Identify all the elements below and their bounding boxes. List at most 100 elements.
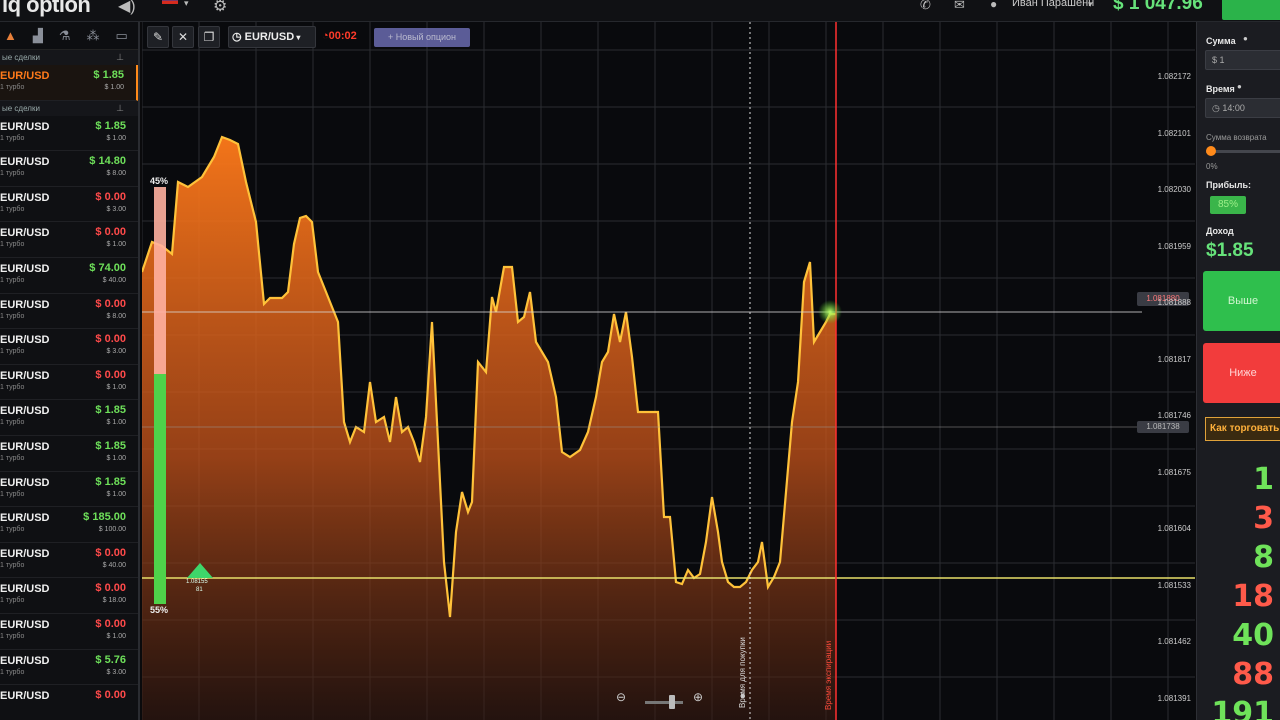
trade-type: 1 турбо [0,490,25,498]
price-chart[interactable]: 1.081880 1.081738 1.082172 1.082101 1.0820… [142,22,1195,720]
deposit-button[interactable] [1222,0,1280,20]
phone-icon[interactable]: ✆ [920,0,931,13]
trade-payout: $ 0.00 [95,546,126,559]
user-name[interactable]: Иван Парашенн [1012,0,1094,9]
price-axis-label: 1.081817 [1157,354,1191,364]
trade-type: 1 турбо [0,454,25,462]
chart-type-icon[interactable]: ▲ [4,28,17,43]
new-option-button[interactable]: + Новый опцион [374,28,470,47]
copy-icon[interactable]: ❐ [198,26,220,48]
trade-row[interactable]: EUR/USD 1 турбо $ 0.00 $ 3.00 [0,186,138,223]
closed-trades-title: ые сделки [2,103,40,113]
trade-stake: $ 8.00 [106,170,126,178]
settings-gear-icon[interactable]: ⚙ [213,0,227,16]
trade-payout: $ 185.00 [83,511,126,524]
trade-stake: $ 1.00 [106,134,126,142]
trade-pair: EUR/USD [0,262,50,275]
network-icon[interactable]: ⁂ [87,28,100,44]
how-to-trade-button[interactable]: Как торговать [1205,417,1280,441]
trade-type: 1 турбо [0,632,25,640]
asset-selector[interactable]: ◷ EUR/USD ▾ [228,26,316,48]
chevron-down-icon[interactable]: ▾ [184,0,189,9]
martingale-step-number: 1 [1253,462,1274,497]
zoom-out-icon[interactable]: ⊖ [616,690,626,704]
trade-pair: EUR/USD [0,618,50,631]
trade-type: 1 турбо [0,241,25,249]
help-icon[interactable]: ● [1243,34,1248,43]
trade-type: 1 турбо [0,205,25,213]
area-chart-icon[interactable]: ▟ [33,28,43,44]
trade-payout: $ 1.85 [95,439,126,452]
trade-payout: $ 5.76 [95,653,126,666]
indicators-icon[interactable]: ⚗ [59,28,71,44]
trade-stake: $ 1.00 [106,241,126,249]
sentiment-bar-up [154,187,166,377]
trade-row[interactable]: EUR/USD 1 турбо $ 0.00 $ 18.00 [0,578,138,614]
sound-icon[interactable]: ◀) [118,0,136,16]
zoom-slider-handle[interactable] [669,695,675,709]
user-menu-chevron-icon[interactable]: ▾ [1088,0,1093,10]
zoom-slider[interactable] [645,701,683,704]
open-trade-row[interactable]: EUR/USD 1 турбо $ 1.85 $ 1.00 [0,65,138,101]
price-axis-label: 1.081888 [1157,298,1191,307]
trade-row[interactable]: EUR/USD 1 турбо $ 1.85 $ 1.00 [0,435,138,472]
chart-canvas[interactable] [142,22,1195,720]
open-trades-header: ые сделки ⊥ [0,50,138,65]
trade-type: 1 турбо [0,84,25,91]
trade-row[interactable]: EUR/USD 1 турбо $ 0.00 $ 1.00 [0,222,138,258]
amount-input[interactable]: $ 1 [1205,50,1280,70]
time-select[interactable]: ◷ 14:00 [1205,98,1280,118]
trade-marker-id: 81 [196,587,203,593]
profit-value: 85% [1210,196,1246,214]
current-price-glow [818,300,842,324]
trade-stake: $ 18.00 [102,597,126,605]
put-button[interactable]: Ниже [1203,343,1280,403]
trade-row[interactable]: EUR/USD 1 турбо $ 1.85 $ 1.00 [0,115,138,152]
entry-price-tag: 1.081738 [1137,421,1189,433]
trade-pair: EUR/USD [0,70,50,82]
trade-type: 1 турбо [0,597,25,605]
help-icon[interactable]: ● [1237,82,1242,91]
scroll-to-now-icon[interactable]: ⏸ [740,690,746,703]
trade-row[interactable]: EUR/USD $ 0.00 [0,685,138,720]
trade-row[interactable]: EUR/USD 1 турбо $ 0.00 $ 40.00 [0,542,138,579]
trade-row[interactable]: EUR/USD 1 турбо $ 0.00 $ 3.00 [0,329,138,365]
trade-type: 1 турбо [0,170,25,178]
trade-row[interactable]: EUR/USD 1 турбо $ 0.00 $ 1.00 [0,364,138,401]
draw-pencil-icon[interactable]: ✎ [147,26,169,48]
trade-row[interactable]: EUR/USD 1 турбо $ 0.00 $ 8.00 [0,293,138,330]
trade-row[interactable]: EUR/USD 1 турбо $ 1.85 $ 1.00 [0,400,138,436]
pin-icon[interactable]: ⊥ [116,50,124,65]
martingale-step-number: 40 [1232,618,1274,653]
language-flag-icon[interactable] [162,0,178,4]
trade-row[interactable]: EUR/USD 1 турбо $ 14.80 $ 8.00 [0,151,138,187]
income-label: Доход [1206,226,1234,236]
zoom-in-icon[interactable]: ⊕ [693,690,703,704]
trade-type: 1 турбо [0,134,25,142]
top-bar: iq option ◀) ▾ ⚙ ✆ ✉ ● Иван Парашенн ▾ $… [0,0,1280,22]
trade-row[interactable]: EUR/USD 1 турбо $ 185.00 $ 100.00 [0,507,138,543]
user-icon: ● [990,0,998,11]
clock-icon: ◷ [232,31,245,43]
trade-pair: EUR/USD [0,405,50,418]
trade-type: 1 турбо [0,348,25,356]
sentiment-bar-down [154,374,166,604]
trade-pair: EUR/USD [0,476,50,489]
call-button[interactable]: Выше [1203,271,1280,331]
martingale-step-number: 8 [1253,540,1274,575]
pin-icon[interactable]: ⊥ [116,101,124,116]
clock-icon: ◷ [1212,103,1223,113]
mail-icon[interactable]: ✉ [954,0,965,13]
monitor-icon[interactable]: ▭ [116,28,128,44]
return-slider-track[interactable] [1206,150,1280,153]
price-axis-label: 1.081604 [1157,524,1191,533]
close-x-icon[interactable]: ✕ [172,26,194,48]
trade-row[interactable]: EUR/USD 1 турбо $ 1.85 $ 1.00 [0,471,138,508]
trade-row[interactable]: EUR/USD 1 турбо $ 5.76 $ 3.00 [0,649,138,686]
return-slider-handle[interactable] [1206,146,1216,156]
trade-row[interactable]: EUR/USD 1 турбо $ 0.00 $ 1.00 [0,613,138,650]
trade-row[interactable]: EUR/USD 1 турбо $ 74.00 $ 40.00 [0,257,138,294]
trade-stake: $ 3.00 [106,205,126,213]
martingale-step-number: 18 [1232,579,1274,614]
trade-payout: $ 0.00 [95,368,126,381]
